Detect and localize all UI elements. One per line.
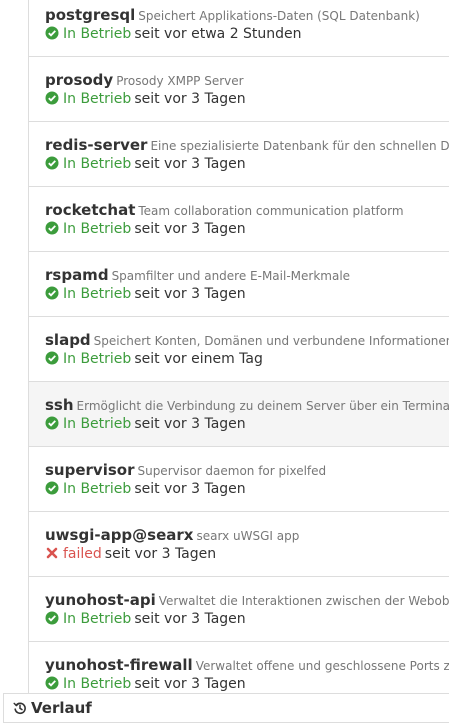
service-since: seit vor 3 Tagen — [134, 481, 246, 497]
service-status-label: In Betrieb — [63, 286, 132, 302]
service-row-rocketchat[interactable]: rocketchat Team collaboration communicati… — [29, 187, 449, 252]
service-name: postgresql — [45, 6, 136, 24]
close-icon — [46, 547, 58, 559]
service-status-label: In Betrieb — [63, 91, 132, 107]
history-bar: Verlauf — [3, 693, 449, 723]
service-status-label: failed — [63, 546, 102, 562]
service-status-label: In Betrieb — [63, 156, 132, 172]
check-circle-icon — [45, 221, 59, 235]
service-status-label: In Betrieb — [63, 481, 132, 497]
service-since: seit vor 3 Tagen — [104, 546, 217, 562]
service-description: Team collaboration communication platfor… — [138, 204, 404, 218]
service-status: In Betrieb — [45, 91, 131, 107]
check-circle-icon — [45, 351, 59, 365]
check-circle-icon — [45, 611, 59, 625]
service-description: Ermöglicht die Verbindung zu deinem Serv… — [76, 399, 449, 413]
check-circle-icon — [45, 91, 59, 105]
service-row-slapd[interactable]: slapd Speichert Konten, Domänen und verbu… — [29, 317, 449, 382]
check-circle-icon — [45, 416, 59, 430]
service-description: Prosody XMPP Server — [116, 74, 244, 88]
service-since: seit vor etwa 2 Stunden — [134, 26, 302, 42]
service-status: In Betrieb — [45, 26, 131, 42]
service-name: rspamd — [45, 266, 109, 284]
service-name: prosody — [45, 71, 114, 89]
check-circle-icon — [45, 286, 59, 300]
service-status-label: In Betrieb — [63, 416, 132, 432]
service-status-label: In Betrieb — [63, 676, 132, 692]
service-status: In Betrieb — [45, 611, 131, 627]
service-status-label: In Betrieb — [63, 351, 132, 367]
service-list: postgresql Speichert Applikations-Daten (… — [28, 0, 449, 707]
service-since: seit vor 3 Tagen — [134, 156, 246, 172]
service-description: Supervisor daemon for pixelfed — [137, 464, 327, 478]
service-status: In Betrieb — [45, 416, 131, 432]
service-since: seit vor 3 Tagen — [134, 611, 246, 627]
service-row-redis-server[interactable]: redis-server Eine spezialisierte Datenban… — [29, 122, 449, 187]
service-status-label: In Betrieb — [63, 221, 132, 237]
service-since: seit vor 3 Tagen — [134, 91, 246, 107]
service-row-rspamd[interactable]: rspamd Spamfilter und andere E-Mail-Merkm… — [29, 252, 449, 317]
service-description: Verwaltet offene und geschlossene Ports … — [195, 659, 449, 673]
service-status: In Betrieb — [45, 351, 131, 367]
service-status: In Betrieb — [45, 676, 131, 692]
service-since: seit vor 3 Tagen — [134, 416, 246, 432]
service-description: searx uWSGI app — [196, 529, 300, 543]
service-description: Spamfilter und andere E-Mail-Merkmale — [111, 269, 351, 283]
service-row-postgresql[interactable]: postgresql Speichert Applikations-Daten (… — [29, 0, 449, 57]
service-since: seit vor 3 Tagen — [134, 221, 246, 237]
service-row-yunohost-api[interactable]: yunohost-api Verwaltet die Interaktionen … — [29, 577, 449, 642]
history-button[interactable]: Verlauf — [13, 699, 92, 717]
service-status: In Betrieb — [45, 221, 131, 237]
service-description: Verwaltet die Interaktionen zwischen der… — [158, 594, 449, 608]
service-name: uwsgi-app@searx — [45, 526, 194, 544]
service-name: rocketchat — [45, 201, 136, 219]
service-description: Eine spezialisierte Datenbank für den sc… — [150, 139, 449, 153]
service-description: Speichert Applikations-Daten (SQL Datenb… — [138, 9, 420, 23]
service-status: In Betrieb — [45, 156, 131, 172]
service-since: seit vor 3 Tagen — [134, 286, 246, 302]
service-name: slapd — [45, 331, 91, 349]
check-circle-icon — [45, 156, 59, 170]
service-since: seit vor 3 Tagen — [134, 676, 246, 692]
service-status: In Betrieb — [45, 286, 131, 302]
check-circle-icon — [45, 26, 59, 40]
service-status: failed — [45, 546, 102, 562]
service-name: yunohost-firewall — [45, 656, 193, 674]
service-row-prosody[interactable]: prosody Prosody XMPP Server In Betrieb sei… — [29, 57, 449, 122]
service-row-supervisor[interactable]: supervisor Supervisor daemon for pixelfed… — [29, 447, 449, 512]
services-page: postgresql Speichert Applikations-Daten (… — [0, 0, 449, 723]
service-row-ssh[interactable]: ssh Ermöglicht die Verbindung zu deinem S… — [29, 382, 449, 447]
service-row-uwsgi-app-searx[interactable]: uwsgi-app@searx searx uWSGI app failed sei… — [29, 512, 449, 577]
service-description: Speichert Konten, Domänen und verbundene… — [93, 334, 449, 348]
service-name: ssh — [45, 396, 74, 414]
history-label: Verlauf — [31, 699, 92, 717]
service-name: supervisor — [45, 461, 135, 479]
service-status: In Betrieb — [45, 481, 131, 497]
service-status-label: In Betrieb — [63, 611, 132, 627]
check-circle-icon — [45, 481, 59, 495]
service-name: redis-server — [45, 136, 148, 154]
check-circle-icon — [45, 676, 59, 690]
service-name: yunohost-api — [45, 591, 156, 609]
history-icon — [13, 702, 26, 715]
service-since: seit vor einem Tag — [134, 351, 263, 367]
service-status-label: In Betrieb — [63, 26, 132, 42]
